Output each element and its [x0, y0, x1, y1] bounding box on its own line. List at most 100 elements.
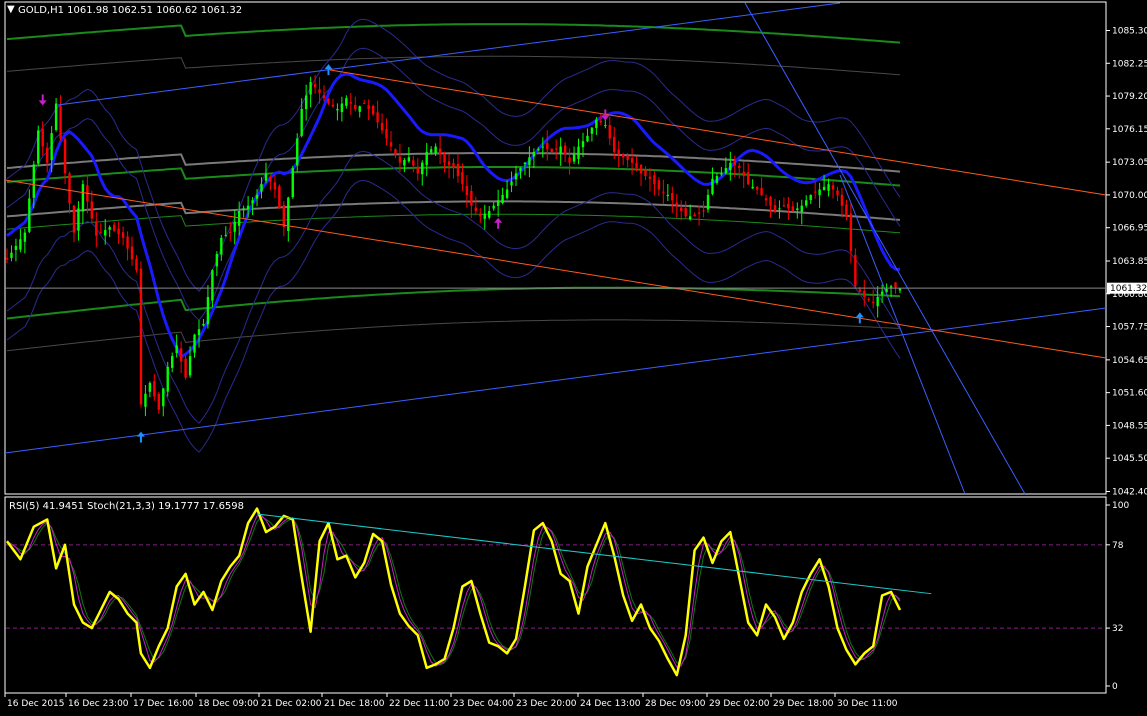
candle-bull — [751, 186, 754, 189]
candle-bear — [831, 185, 835, 190]
candle-bear — [121, 232, 125, 238]
candle-bear — [438, 148, 442, 155]
candle-bear — [782, 205, 786, 207]
candle-bull — [492, 205, 495, 209]
indicator-tick-label: 100 — [1112, 501, 1129, 511]
candle-bear — [872, 301, 875, 303]
candle-bull — [304, 95, 308, 110]
candle-bull — [586, 135, 589, 142]
price-tick-label: 1042.40 — [1112, 488, 1147, 498]
time-tick-label: 30 Dec 11:00 — [837, 699, 898, 709]
symbol-dropdown-icon[interactable]: ▼ — [7, 4, 15, 15]
candle-bear — [363, 103, 366, 105]
candle-bull — [28, 198, 31, 232]
candle-bear — [671, 193, 674, 201]
candle-bear — [63, 138, 67, 174]
candle-bear — [282, 205, 286, 228]
price-tick-label: 1082.25 — [1112, 59, 1147, 69]
candle-bear — [389, 142, 393, 147]
candle-bear — [563, 145, 567, 155]
candle-bull — [264, 173, 268, 181]
chart-window: 1085.30 1082.25 1079.20 1076.15 1073.05 1070.… — [0, 0, 1147, 716]
candle-bull — [202, 323, 205, 326]
candle-bull — [528, 157, 531, 166]
candle-bear — [465, 186, 469, 195]
candle-bear — [153, 381, 156, 397]
candle-bull — [345, 98, 348, 106]
candle-bull — [483, 213, 486, 219]
candle-bear — [644, 169, 647, 177]
price-tick-label: 1066.95 — [1112, 224, 1147, 234]
candle-bull — [336, 108, 339, 111]
candle-bull — [300, 108, 303, 136]
candle-bear — [769, 197, 772, 206]
candle-bear — [621, 153, 625, 158]
candle-bull — [407, 157, 411, 162]
candle-bear — [474, 207, 478, 212]
candle-bull — [434, 146, 437, 154]
candle-bull — [514, 173, 518, 180]
candle-bull — [166, 366, 169, 392]
candle-bull — [242, 208, 245, 210]
time-tick-label: 24 Dec 13:00 — [580, 699, 641, 709]
candle-bull — [581, 141, 585, 148]
price-tick-label: 1048.55 — [1112, 421, 1147, 431]
candle-bear — [398, 156, 402, 163]
candle-bear — [278, 186, 281, 209]
candle-bull — [37, 130, 40, 164]
time-tick-label: 23 Dec 04:00 — [453, 699, 514, 709]
time-tick-label: 16 Dec 2015 — [7, 699, 65, 709]
candle-bull — [590, 127, 594, 134]
candle-bear — [657, 180, 661, 190]
candle-bear — [95, 221, 98, 236]
candle-bear — [130, 246, 134, 260]
candle-bear — [639, 164, 643, 174]
candle-bear — [733, 160, 736, 166]
candle-bear — [894, 282, 897, 288]
candle-bull — [818, 189, 821, 196]
time-tick-label: 21 Dec 02:00 — [261, 699, 322, 709]
indicator-tick-label: 78 — [1112, 541, 1124, 551]
candle-bear — [371, 105, 375, 115]
candle-bull — [800, 205, 803, 212]
candle-bull — [711, 178, 714, 194]
candle-bear — [742, 171, 745, 177]
price-tick-label: 1073.05 — [1112, 158, 1147, 168]
time-tick-label: 21 Dec 18:00 — [324, 699, 385, 709]
candle-bear — [840, 194, 844, 206]
candle-bear — [385, 129, 388, 139]
candle-bear — [416, 167, 419, 174]
candle-bull — [889, 286, 893, 288]
candle-bear — [626, 155, 629, 160]
candle-bull — [260, 184, 263, 192]
candle-bull — [54, 103, 58, 130]
candle-bull — [50, 133, 53, 161]
candle-bull — [720, 173, 723, 175]
candle-bear — [331, 104, 335, 107]
candle-bull — [309, 82, 312, 95]
candle-bear — [813, 191, 817, 193]
candle-bear — [45, 147, 49, 163]
candle-bull — [148, 382, 152, 392]
candle-bear — [349, 102, 353, 104]
price-axis: 1085.30 1082.25 1079.20 1076.15 1073.05 1070.… — [1106, 27, 1147, 498]
candle-bull — [496, 200, 500, 206]
candle-bear — [675, 202, 678, 206]
candle-bull — [425, 151, 428, 165]
candle-bear — [318, 89, 321, 93]
candle-bull — [421, 162, 424, 175]
candle-bull — [233, 221, 236, 232]
candle-bear — [184, 358, 187, 378]
candle-bull — [880, 291, 884, 295]
candle-bear — [836, 190, 839, 195]
candle-bear — [599, 120, 603, 123]
candle-bear — [693, 214, 696, 217]
candle-bull — [255, 194, 259, 199]
candle-bull — [77, 208, 80, 231]
candle-bull — [724, 168, 728, 174]
candle-bear — [135, 258, 138, 271]
candle-bear — [854, 254, 857, 287]
candle-bull — [246, 205, 250, 210]
candle-bull — [595, 119, 598, 129]
candle-bull — [19, 239, 22, 250]
